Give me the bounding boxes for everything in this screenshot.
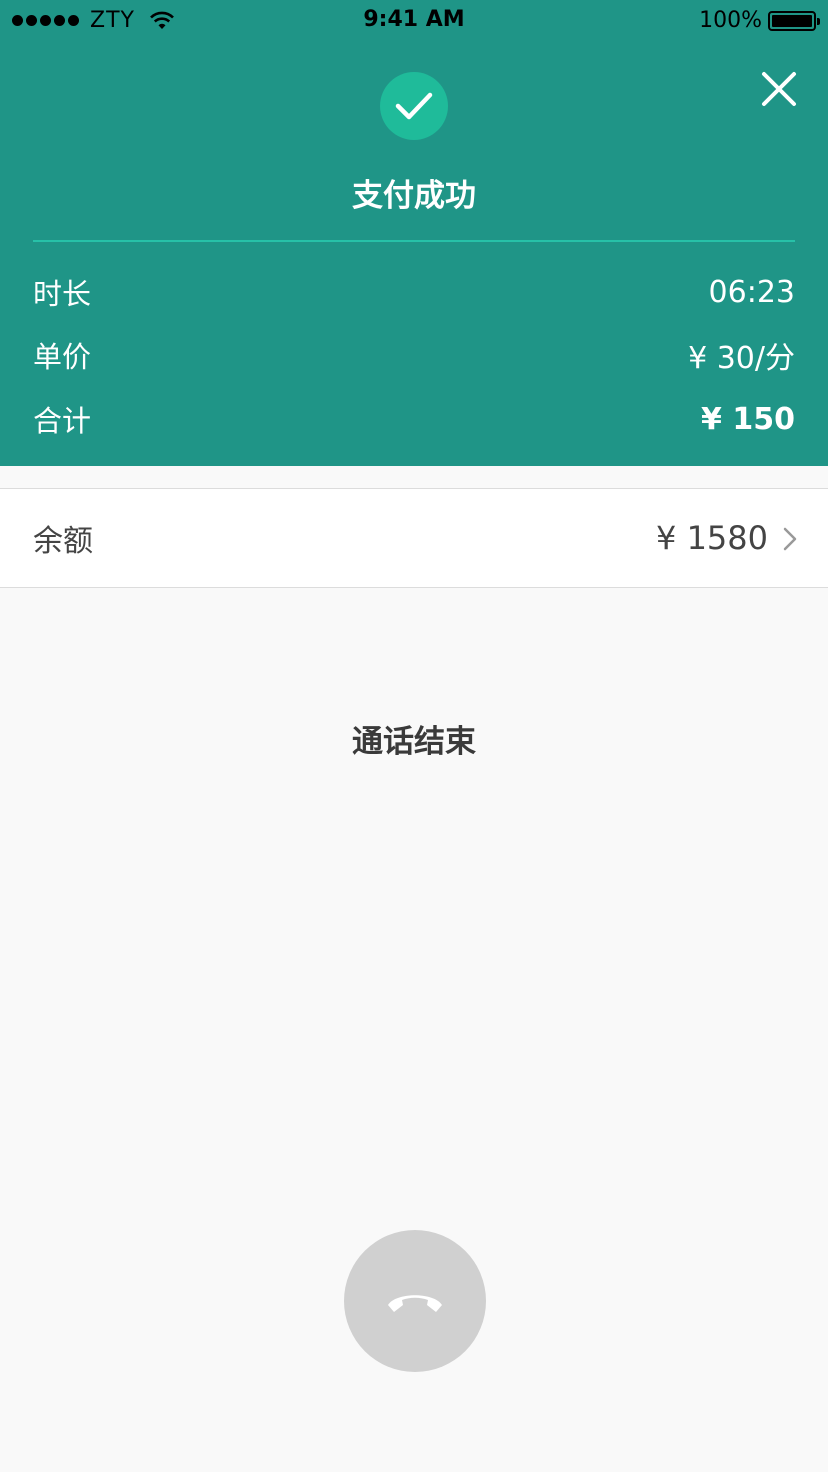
battery-icon (768, 10, 820, 31)
total-value: ¥ 150 (701, 401, 795, 437)
duration-value: 06:23 (708, 274, 795, 310)
status-bar: ZTY 9:41 AM 100% (0, 0, 828, 40)
unit-price-value: ¥ 30/分 (688, 341, 795, 376)
phone-hangup-icon (388, 1295, 442, 1312)
battery-status: 100% (699, 8, 820, 33)
close-icon[interactable] (760, 70, 798, 108)
balance-label: 余额 (33, 524, 93, 559)
divider (33, 240, 795, 242)
unit-price-label: 单价 (33, 340, 92, 374)
unit-price-row: 单价 ¥ 30/分 (33, 335, 795, 376)
page-title: 支付成功 (352, 178, 476, 214)
total-label: 合计 (33, 404, 92, 438)
battery-percent: 100% (699, 8, 762, 33)
total-row: 合计 ¥ 150 (33, 399, 795, 439)
chevron-right-icon (783, 527, 797, 551)
balance-value: ¥ 1580 (656, 519, 768, 557)
hangup-button[interactable] (344, 1230, 486, 1372)
duration-label: 时长 (33, 277, 92, 311)
payment-summary-panel: 支付成功 时长 06:23 单价 ¥ 30/分 合计 ¥ 150 (0, 0, 828, 466)
call-status: 通话结束 (352, 724, 476, 760)
duration-row: 时长 06:23 (33, 272, 795, 312)
battery-fill (772, 14, 812, 27)
balance-row[interactable]: 余额 ¥ 1580 (0, 488, 828, 588)
check-icon (380, 72, 448, 140)
